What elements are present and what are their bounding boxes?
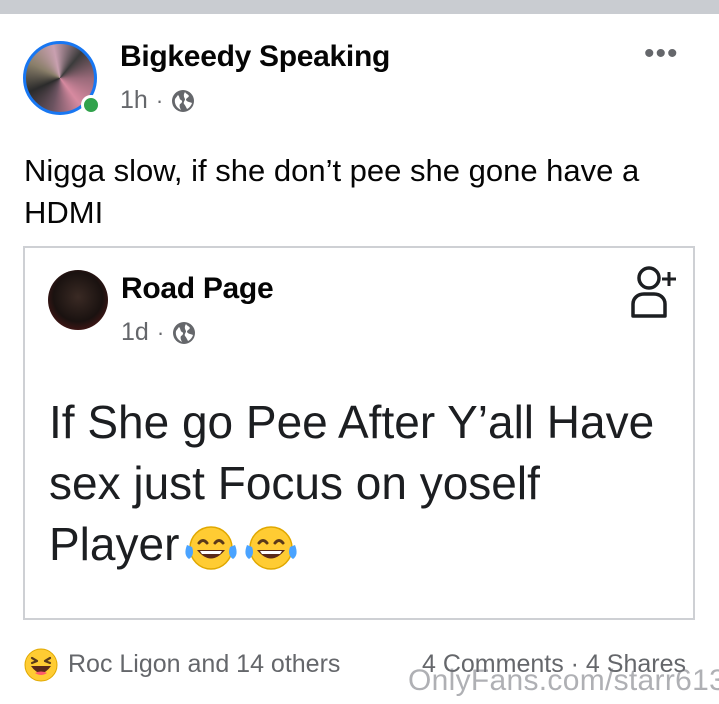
globe-icon	[173, 321, 196, 344]
top-divider	[0, 0, 719, 14]
shared-author-name[interactable]: Road Page	[121, 272, 274, 306]
shared-post-text: If She go Pee After Y’all Have sex just …	[49, 392, 679, 575]
shared-author-avatar[interactable]	[48, 270, 108, 330]
post-body-text: Nigga slow, if she don’t pee she gone ha…	[24, 153, 640, 230]
add-friend-icon[interactable]	[629, 264, 679, 320]
post-footer: Roc Ligon and 14 others 4 Comments · 4 S…	[24, 646, 719, 697]
tears-of-joy-emoji-icon	[245, 526, 297, 570]
feed-post: Bigkeedy Speaking 1h · ••• Nigga slow, i…	[0, 14, 719, 704]
shared-post-timestamp[interactable]: 1d	[121, 318, 149, 347]
more-options-button[interactable]: •••	[644, 39, 679, 69]
shared-post-meta: 1d ·	[121, 318, 196, 347]
meta-separator: ·	[156, 319, 165, 345]
watermark-text: OnlyFans.com/starr613	[408, 664, 719, 697]
shared-post-card[interactable]: Road Page 1d · If She go Pee After Y’all…	[23, 246, 695, 620]
shared-post-text-content: If She go Pee After Y’all Have sex just …	[49, 396, 655, 570]
haha-emoji-icon[interactable]	[24, 648, 58, 682]
post-author-name[interactable]: Bigkeedy Speaking	[120, 40, 390, 74]
online-status-indicator	[81, 95, 101, 115]
meta-separator: ·	[155, 87, 164, 113]
reactions-summary[interactable]: Roc Ligon and 14 others	[68, 650, 340, 679]
author-avatar[interactable]	[23, 41, 103, 121]
post-timestamp[interactable]: 1h	[120, 86, 148, 115]
globe-icon	[172, 89, 195, 112]
tears-of-joy-emoji-icon	[185, 526, 237, 570]
post-meta: 1h ·	[120, 86, 195, 115]
